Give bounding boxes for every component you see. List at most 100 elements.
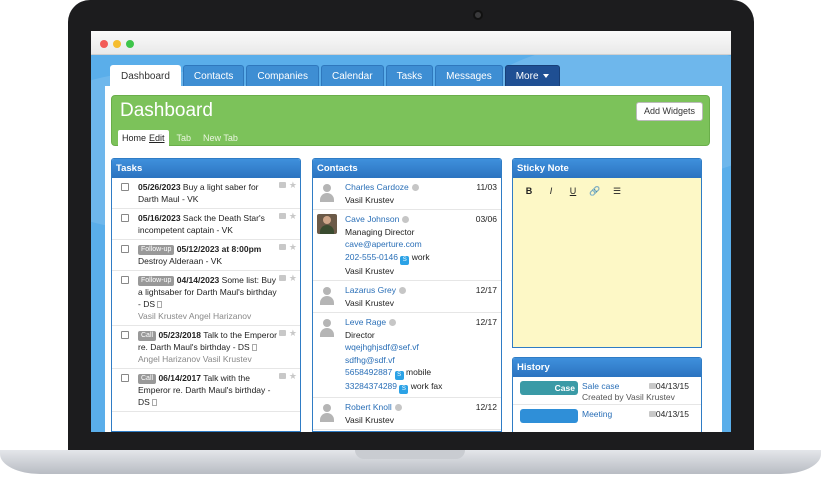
star-icon[interactable]: ★ [289,179,297,191]
task-checkbox[interactable] [121,331,129,339]
comment-icon[interactable] [279,373,286,379]
task-row[interactable]: 05/16/2023 Sack the Death Star's incompe… [112,209,300,240]
camera-icon [473,10,483,20]
avatar [317,285,337,305]
task-row[interactable]: 05/26/2023 Buy a light saber for Darth M… [112,178,300,209]
add-widgets-button[interactable]: Add Widgets [635,102,703,121]
skype-icon[interactable]: S [394,371,404,380]
contact-date: 12/12 [475,402,497,412]
task-date: 06/14/2017 [158,373,201,383]
task-row[interactable]: Follow-up 04/14/2023 Some list: Buy a li… [112,271,300,326]
phone-type: work [411,251,430,262]
sticky-note-title: Sticky Note [513,159,701,178]
tab-more[interactable]: More [504,65,560,86]
tab-tasks[interactable]: Tasks [385,65,434,86]
history-date: 04/13/15 [655,409,689,419]
close-window-button[interactable] [100,40,108,48]
dashboard-header: Dashboard Add Widgets Home Edit Tab New T… [111,95,710,146]
comment-icon[interactable] [279,275,286,281]
history-widget-title: History [513,358,701,377]
info-icon[interactable] [411,184,419,191]
comment-icon[interactable] [279,182,286,188]
contact-email-link[interactable]: sdfhg@sdf.vf [345,355,395,365]
star-icon[interactable]: ★ [289,272,297,284]
star-icon[interactable]: ★ [289,210,297,222]
skype-icon[interactable]: S [399,385,409,394]
minimize-window-button[interactable] [113,40,121,48]
tab-calendar[interactable]: Calendar [320,65,384,86]
task-row[interactable]: Call 06/14/2017 Talk with the Emperor re… [112,369,300,412]
info-icon[interactable] [389,319,397,326]
contact-name-link[interactable]: Leve Rage [345,317,386,327]
contact-phone-link[interactable]: 33284374289 [345,381,397,391]
task-row[interactable]: Follow-up 05/12/2023 at 8:00pm Destroy A… [112,240,300,271]
info-icon[interactable] [402,216,410,223]
contact-owner: Vasil Krustev [345,414,394,425]
phone-type: work fax [410,381,443,391]
contact-phone-link[interactable]: 5658492887 [345,367,392,377]
italic-icon[interactable]: I [545,186,557,197]
bold-icon[interactable]: B [523,186,535,197]
subtab-edit-link[interactable]: Edit [149,133,165,143]
subtab-new-tab[interactable]: New Tab [199,130,242,146]
history-link[interactable]: Meeting [582,409,612,419]
contact-row[interactable]: Cave Johnson Managing Director cave@aper… [313,210,501,281]
avatar [317,214,337,234]
subtab-tab[interactable]: Tab [173,130,196,146]
tab-more-label: More [515,71,539,82]
history-row[interactable]: Meeting 04/13/15 [513,405,701,432]
tab-dashboard[interactable]: Dashboard [110,65,181,87]
task-date: 04/14/2023 [176,275,220,285]
contact-name-link[interactable]: Charles Cardoze [345,182,409,192]
comment-icon[interactable] [279,244,286,250]
document-icon [157,301,162,308]
task-checkbox[interactable] [121,374,129,382]
star-icon[interactable]: ★ [289,327,297,339]
tab-companies[interactable]: Companies [246,65,319,86]
task-checkbox[interactable] [121,214,129,222]
subtab-home-label: Home [122,133,147,143]
info-icon[interactable] [394,404,402,411]
task-checkbox[interactable] [121,183,129,191]
contacts-widget-title: Contacts [313,159,501,178]
contact-row[interactable]: Lazarus Grey Vasil Krustev 12/17 [313,281,501,313]
task-suffix: - VK [179,194,199,204]
contact-row[interactable]: Robert Knoll Vasil Krustev 12/12 [313,398,501,430]
star-icon[interactable]: ★ [289,370,297,382]
maximize-window-button[interactable] [126,40,134,48]
contact-date: 12/17 [475,285,497,295]
history-row[interactable]: Case Sale case Created by Vasil Krustev … [513,377,701,405]
history-type-badge: Case [520,381,578,395]
contact-name-link[interactable]: Robert Knoll [345,402,392,412]
contact-phone-link[interactable]: 202-555-0146 [345,252,398,262]
task-checkbox[interactable] [121,245,129,253]
list-icon[interactable]: ☰ [611,186,623,197]
task-date: 05/26/2023 [138,182,181,192]
underline-icon[interactable]: U [567,186,579,197]
contact-date: 11/03 [476,182,497,192]
laptop-notch [355,450,465,459]
contact-owner: Vasil Krustev [345,297,394,308]
caret-down-icon [542,74,549,79]
sticky-note-editor[interactable]: B I U 🔗 ☰ [513,178,701,347]
tab-messages[interactable]: Messages [435,65,503,86]
link-icon[interactable]: 🔗 [589,186,601,197]
tab-contacts[interactable]: Contacts [182,65,245,86]
task-row[interactable]: Call 05/23/2018 Talk to the Emperor re. … [112,326,300,369]
contact-name-link[interactable]: Lazarus Grey [345,285,396,295]
info-icon[interactable] [399,287,407,294]
skype-icon[interactable]: S [400,255,410,265]
contact-row[interactable]: Charles Cardoze Vasil Krustev 11/03 [313,178,501,210]
comment-icon[interactable] [279,330,286,336]
contact-email-link[interactable]: cave@aperture.com [345,239,422,249]
comment-icon[interactable] [279,213,286,219]
subtab-home[interactable]: Home Edit [118,130,169,146]
contact-name-link[interactable]: Cave Johnson [345,214,399,224]
star-icon[interactable]: ★ [289,241,297,253]
task-checkbox[interactable] [121,276,129,284]
window-titlebar [91,31,731,55]
contact-row[interactable]: Leve Rage Director wqejhghjsdf@sef.vf sd… [313,313,501,398]
editor-toolbar: B I U 🔗 ☰ [513,178,701,197]
contact-email-link[interactable]: wqejhghjsdf@sef.vf [345,342,419,352]
history-link[interactable]: Sale case [582,381,619,391]
